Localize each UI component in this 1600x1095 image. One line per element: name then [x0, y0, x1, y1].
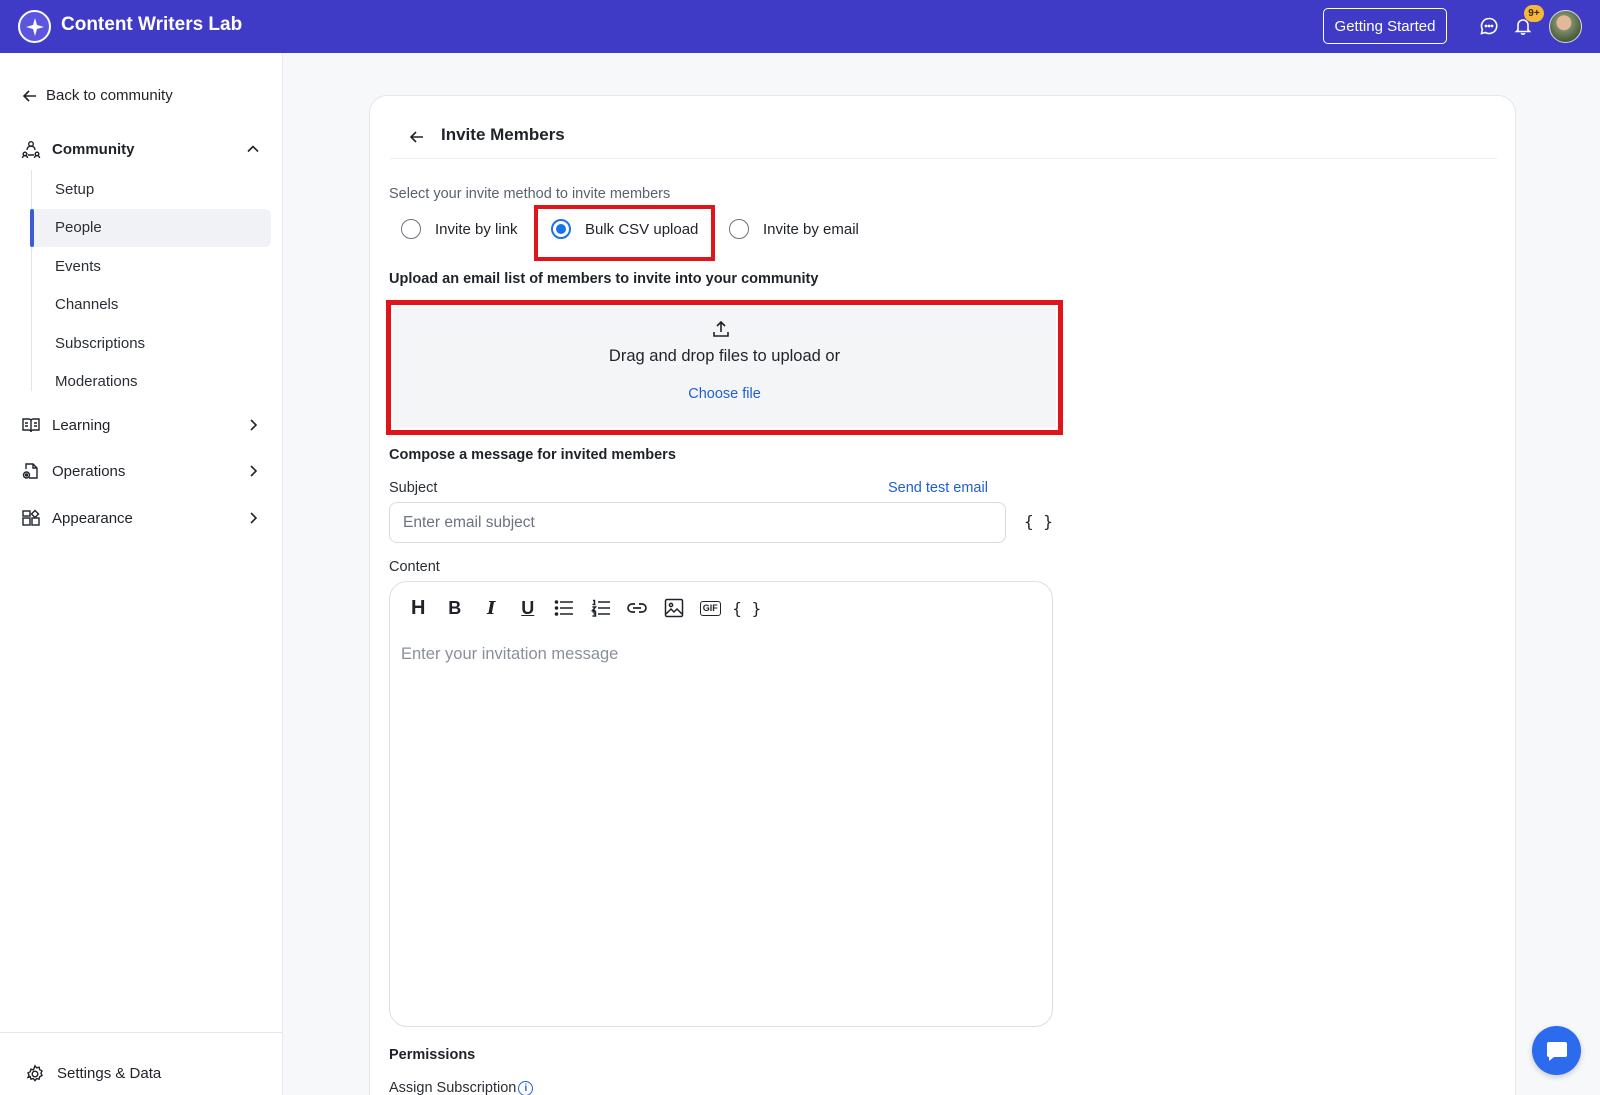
settings-and-data-link[interactable]: Settings & Data [0, 1032, 283, 1095]
sidebar-group-community[interactable]: Community [20, 134, 263, 164]
info-icon[interactable]: i [518, 1081, 534, 1095]
link-button[interactable] [619, 596, 656, 620]
send-test-email-link[interactable]: Send test email [888, 480, 988, 496]
content-label: Content [389, 559, 440, 575]
bold-button[interactable]: B [437, 596, 474, 620]
editor-placeholder: Enter your invitation message [401, 645, 619, 663]
sidebar-item-label: Events [55, 257, 101, 275]
sidebar-group-label: Appearance [52, 509, 133, 527]
notification-badge: 9+ [1524, 5, 1544, 22]
sidebar-item-label: Subscriptions [55, 334, 146, 352]
back-arrow-icon[interactable] [406, 126, 428, 148]
operations-icon [20, 460, 42, 482]
sidebar-item-label: Setup [55, 180, 95, 198]
assign-subscription-label: Assign Subscription i [389, 1080, 534, 1095]
sidebar-group-label: Community [52, 140, 135, 158]
gear-icon [26, 1063, 43, 1082]
editor-toolbar: H B I U GIF { } [400, 596, 765, 620]
highlight-box [534, 205, 715, 261]
sidebar: Back to community Community Setup People… [0, 53, 283, 1095]
compose-heading: Compose a message for invited members [389, 447, 676, 463]
back-to-community-link[interactable]: Back to community [22, 87, 173, 104]
chat-support-button[interactable] [1532, 1026, 1581, 1075]
radio-label: Invite by email [763, 220, 859, 238]
sidebar-item-setup[interactable]: Setup [32, 170, 271, 209]
book-icon [20, 414, 42, 436]
highlight-box [386, 300, 1063, 435]
back-link-label: Back to community [46, 87, 173, 104]
chevron-right-icon [243, 461, 263, 481]
chevron-right-icon [243, 415, 263, 435]
community-subnav: Setup People Events Channels Subscriptio… [30, 170, 271, 391]
top-bar: Content Writers Lab Getting Started 9+ [0, 0, 1600, 53]
sidebar-item-people[interactable]: People [30, 208, 271, 247]
sidebar-group-label: Operations [52, 462, 126, 480]
sidebar-item-events[interactable]: Events [32, 247, 271, 286]
image-button[interactable] [656, 596, 693, 620]
app-title[interactable]: Content Writers Lab [61, 14, 242, 36]
card-header: Invite Members [390, 116, 1497, 159]
upload-heading: Upload an email list of members to invit… [389, 271, 819, 287]
sidebar-item-channels[interactable]: Channels [32, 286, 271, 325]
getting-started-button[interactable]: Getting Started [1323, 8, 1447, 44]
appearance-icon [20, 507, 42, 529]
sidebar-group-learning[interactable]: Learning [20, 410, 263, 440]
image-icon [664, 598, 683, 618]
chat-icon[interactable] [1478, 15, 1500, 37]
sidebar-item-label: People [55, 219, 102, 237]
settings-label: Settings & Data [57, 1065, 162, 1082]
sidebar-item-label: Moderations [55, 373, 138, 391]
community-icon [20, 138, 42, 160]
insert-variable-button[interactable]: { } [1024, 512, 1053, 531]
sidebar-group-appearance[interactable]: Appearance [20, 503, 263, 533]
gif-icon: GIF [699, 600, 721, 616]
variables-button[interactable]: { } [729, 596, 766, 620]
assign-subscription-text: Assign Subscription [389, 1080, 517, 1095]
subject-label: Subject [389, 480, 438, 496]
sidebar-item-subscriptions[interactable]: Subscriptions [32, 324, 271, 363]
arrow-left-icon [22, 89, 36, 102]
app-logo-icon[interactable] [18, 10, 51, 43]
permissions-heading: Permissions [389, 1047, 476, 1063]
underline-button[interactable]: U [510, 596, 547, 620]
sidebar-item-label: Channels [55, 296, 119, 314]
avatar[interactable] [1549, 10, 1582, 43]
radio-invite-by-email[interactable]: Invite by email [729, 219, 859, 239]
numbered-list-icon [590, 599, 610, 617]
heading-button[interactable]: H [400, 596, 437, 620]
radio-invite-by-link[interactable]: Invite by link [401, 219, 518, 239]
gif-button[interactable]: GIF [692, 596, 729, 620]
subject-input[interactable] [389, 502, 1006, 543]
radio-label: Invite by link [435, 220, 518, 238]
italic-button[interactable]: I [473, 596, 510, 620]
chat-bubble-icon [1546, 1041, 1567, 1061]
bullet-list-icon [554, 600, 574, 616]
chevron-up-icon [243, 139, 263, 159]
bullet-list-button[interactable] [546, 596, 583, 620]
radio-circle[interactable] [401, 219, 421, 239]
rich-text-editor[interactable]: H B I U GIF { } Enter your invitation me… [389, 581, 1053, 1027]
numbered-list-button[interactable] [583, 596, 620, 620]
sidebar-group-label: Learning [52, 416, 111, 434]
link-icon [627, 603, 648, 613]
invite-method-prompt: Select your invite method to invite memb… [389, 186, 671, 202]
radio-circle[interactable] [729, 219, 749, 239]
sidebar-group-operations[interactable]: Operations [20, 456, 263, 486]
sidebar-item-moderations[interactable]: Moderations [32, 363, 271, 402]
chevron-right-icon [243, 508, 263, 528]
page-title: Invite Members [441, 125, 565, 144]
